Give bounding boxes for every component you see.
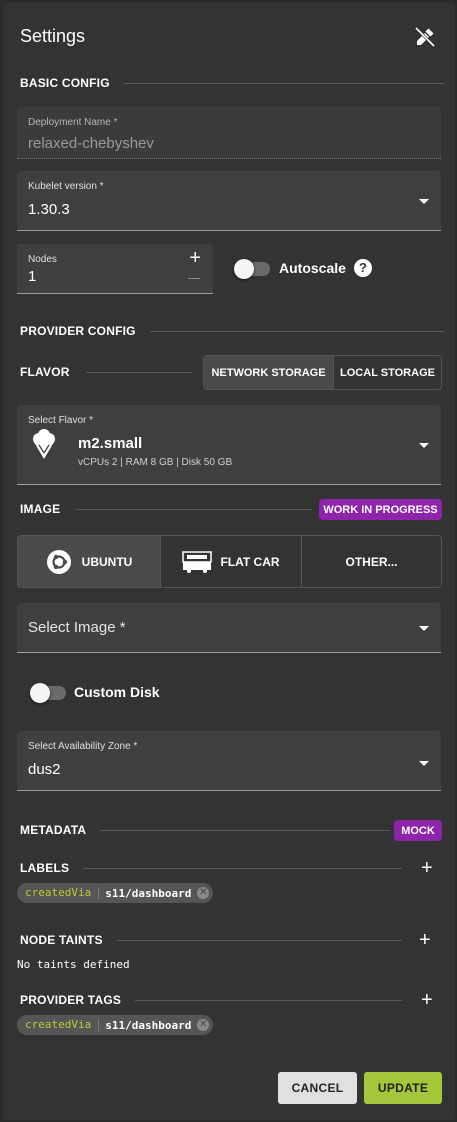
ice-cream-icon — [31, 429, 57, 461]
flatcar-icon — [182, 550, 213, 573]
page-title: Settings — [20, 26, 86, 46]
section-metadata: METADATA — [20, 822, 390, 838]
chevron-down-icon — [419, 626, 429, 631]
chip-remove-icon[interactable]: ✕ — [197, 1019, 210, 1031]
ubuntu-icon — [46, 549, 72, 575]
toggle-knob — [234, 259, 254, 279]
image-select[interactable]: Select Image * — [17, 603, 441, 653]
node-taints-title: NODE TAINTS — [20, 933, 103, 947]
nodes-value: 1 — [28, 268, 37, 285]
settings-panel: Settings BASIC CONFIG Deployment Name * … — [3, 3, 455, 1120]
image-label: IMAGE — [20, 502, 61, 516]
kubelet-version-label: Kubelet version * — [28, 181, 104, 192]
provider-tags-heading: PROVIDER TAGS — [20, 992, 402, 1008]
flavor-label: FLAVOR — [20, 365, 70, 379]
chip-key: createdVia — [17, 1019, 100, 1031]
image-heading: IMAGE — [20, 501, 312, 517]
close-edit-icon[interactable] — [413, 25, 437, 49]
divider — [100, 829, 390, 831]
labels-title: LABELS — [20, 861, 70, 875]
section-title: METADATA — [20, 823, 87, 837]
divider — [135, 999, 402, 1001]
no-taints-text: No taints defined — [17, 958, 130, 971]
kubelet-version-select[interactable]: Kubelet version * 1.30.3 — [17, 171, 441, 231]
other-button[interactable]: OTHER... — [301, 536, 441, 587]
section-title: BASIC CONFIG — [20, 76, 110, 90]
deployment-name-label: Deployment Name * — [28, 117, 118, 128]
availability-zone-label: Select Availability Zone * — [28, 741, 138, 752]
chevron-down-icon — [419, 443, 429, 448]
cancel-button[interactable]: CANCEL — [278, 1072, 357, 1104]
chevron-down-icon — [419, 761, 429, 766]
toggle-knob — [30, 683, 50, 703]
increment-icon[interactable]: + — [189, 248, 201, 268]
help-icon[interactable]: ? — [354, 259, 372, 277]
deployment-name-value: relaxed-chebyshev — [28, 135, 154, 152]
labels-heading: LABELS — [20, 860, 402, 876]
local-storage-button[interactable]: LOCAL STORAGE — [333, 356, 441, 389]
storage-toggle-group: NETWORK STORAGE LOCAL STORAGE — [203, 355, 442, 390]
ubuntu-button[interactable]: UBUNTU — [18, 536, 160, 587]
label-chip: createdVia s11/dashboard ✕ — [17, 883, 214, 903]
work-in-progress-badge: WORK IN PROGRESS — [319, 499, 442, 520]
network-storage-button[interactable]: NETWORK STORAGE — [204, 356, 333, 389]
image-os-group: UBUNTU FLAT CAR OTHER... — [17, 535, 442, 588]
nodes-stepper[interactable]: Nodes 1 + — [17, 244, 213, 294]
update-button[interactable]: UPDATE — [364, 1072, 442, 1104]
mock-badge: MOCK — [394, 820, 442, 841]
kubelet-version-value: 1.30.3 — [28, 201, 70, 218]
add-taint-icon[interactable]: + — [419, 930, 431, 950]
custom-disk-label: Custom Disk — [74, 684, 160, 700]
flavor-specs: vCPUs 2 | RAM 8 GB | Disk 50 GB — [78, 457, 233, 468]
add-tag-icon[interactable]: + — [421, 990, 433, 1010]
availability-zone-value: dus2 — [28, 761, 61, 778]
node-taints-heading: NODE TAINTS — [20, 932, 402, 948]
custom-disk-toggle[interactable] — [30, 683, 66, 703]
chip-value: s11/dashboard — [105, 1018, 192, 1032]
section-basic-config: BASIC CONFIG — [20, 75, 444, 91]
nodes-label: Nodes — [28, 254, 57, 265]
tag-chip: createdVia s11/dashboard ✕ — [17, 1015, 214, 1035]
chip-remove-icon[interactable]: ✕ — [197, 887, 210, 899]
divider — [116, 939, 402, 941]
divider — [83, 867, 402, 869]
availability-zone-select[interactable]: Select Availability Zone * dus2 — [17, 731, 441, 791]
flavor-select-label: Select Flavor * — [28, 415, 94, 426]
divider — [76, 508, 312, 510]
flatcar-label: FLAT CAR — [220, 554, 280, 569]
divider — [149, 330, 444, 332]
flatcar-button[interactable]: FLAT CAR — [160, 536, 301, 587]
decrement-icon[interactable] — [188, 278, 200, 279]
provider-tags-title: PROVIDER TAGS — [20, 993, 122, 1007]
deployment-name-field: Deployment Name * relaxed-chebyshev — [17, 107, 441, 159]
flavor-select[interactable]: Select Flavor * m2.small vCPUs 2 | RAM 8… — [17, 405, 441, 485]
section-provider-config: PROVIDER CONFIG — [20, 323, 444, 339]
chip-key: createdVia — [17, 887, 100, 899]
add-label-icon[interactable]: + — [421, 858, 433, 878]
ubuntu-label: UBUNTU — [81, 554, 133, 569]
image-select-placeholder: Select Image * — [28, 619, 126, 636]
autoscale-toggle[interactable] — [234, 259, 270, 279]
divider — [85, 371, 192, 373]
section-title: PROVIDER CONFIG — [20, 324, 136, 338]
flavor-name: m2.small — [78, 435, 143, 452]
flavor-heading: FLAVOR — [20, 364, 192, 380]
chevron-down-icon — [419, 199, 429, 204]
autoscale-label: Autoscale — [279, 260, 346, 276]
chip-value: s11/dashboard — [105, 886, 192, 900]
divider — [123, 82, 444, 84]
